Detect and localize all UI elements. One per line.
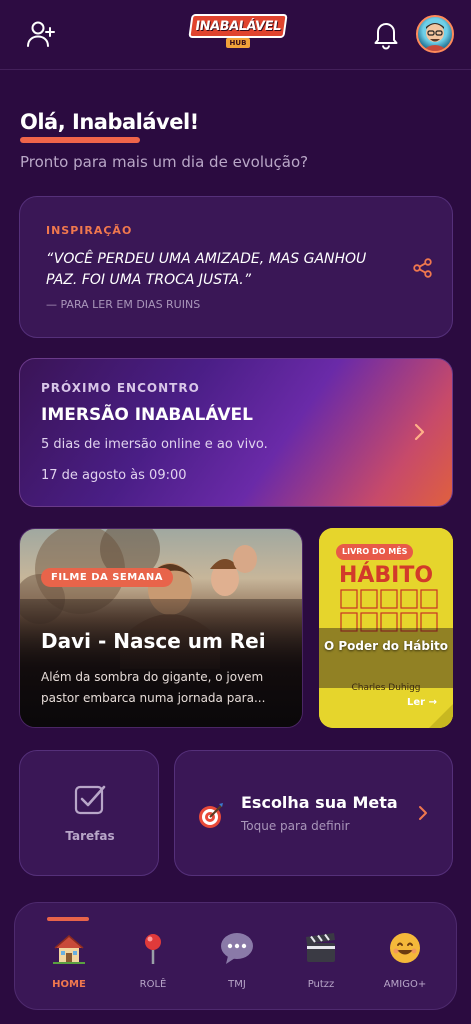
svg-text:Charles Duhigg: Charles Duhigg (351, 683, 420, 693)
avatar-image (422, 23, 448, 51)
read-book-link[interactable]: Ler → (407, 697, 437, 708)
greeting-subtitle: Pronto para mais um dia de evolução? (20, 153, 309, 171)
clapperboard-icon (306, 933, 335, 962)
event-title: IMERSÃO INABALÁVEL (41, 405, 253, 425)
active-indicator (47, 917, 89, 921)
top-bar: INABALÁVEL HUB (0, 0, 471, 70)
goal-subtitle: Toque para definir (241, 819, 350, 833)
chat-bubble-icon (221, 933, 253, 964)
inspiration-quote: “VOCÊ PERDEU UMA AMIZADE, MAS GANHOU PAZ… (46, 251, 367, 288)
checkbox-icon (74, 785, 106, 815)
bell-icon[interactable] (370, 18, 402, 50)
inspiration-tag: INSPIRAÇÃO (46, 224, 133, 237)
app-logo: INABALÁVEL HUB (188, 14, 288, 48)
nav-label-home: HOME (52, 979, 86, 990)
pin-icon (145, 934, 161, 964)
nav-item-putzz[interactable]: Putzz (277, 903, 365, 1011)
bottom-navigation: HOME ROLÊ TMJ Putzz AMIGO+ (14, 902, 457, 1010)
nav-item-home[interactable]: HOME (25, 903, 113, 1011)
chevron-right-icon[interactable] (415, 805, 431, 821)
choose-goal-card[interactable]: Escolha sua Meta Toque para definir (174, 750, 453, 876)
svg-text:HÁBITO: HÁBITO (339, 562, 433, 588)
nav-label-tmj: TMJ (228, 979, 246, 990)
greeting-underline (20, 137, 140, 143)
inspiration-source: — PARA LER EM DIAS RUINS (46, 298, 201, 311)
book-badge: LIVRO DO MÊS (336, 544, 414, 560)
event-description: 5 dias de imersão online e ao vivo. (41, 437, 268, 452)
event-date: 17 de agosto às 09:00 (41, 468, 187, 483)
next-event-card[interactable]: PRÓXIMO ENCONTRO IMERSÃO INABALÁVEL 5 di… (19, 358, 453, 507)
nav-item-amigo[interactable]: AMIGO+ (361, 903, 449, 1011)
logo-sub-text: HUB (226, 38, 250, 48)
nav-label-amigo: AMIGO+ (383, 979, 427, 990)
tasks-label: Tarefas (65, 829, 115, 843)
movie-of-week-card[interactable]: FILME DA SEMANA Davi - Nasce um Rei Além… (19, 528, 303, 728)
nav-item-tmj[interactable]: TMJ (193, 903, 281, 1011)
chevron-right-icon[interactable] (410, 423, 428, 441)
nav-label-putzz: Putzz (307, 979, 335, 990)
house-icon (53, 935, 85, 964)
target-icon (199, 803, 223, 828)
nav-item-role[interactable]: ROLÊ (109, 903, 197, 1011)
nav-label-role: ROLÊ (139, 979, 167, 990)
movie-badge: FILME DA SEMANA (41, 568, 174, 587)
goal-title: Escolha sua Meta (241, 793, 398, 812)
movie-description: Além da sombra do gigante, o jovem pasto… (41, 670, 266, 705)
logo-text: INABALÁVEL (188, 14, 288, 38)
share-icon[interactable] (412, 257, 434, 279)
book-of-month-card[interactable]: HÁBITO Charles Duhigg LIVRO DO MÊS O Pod… (319, 528, 453, 728)
tasks-card[interactable]: Tarefas (19, 750, 159, 876)
greeting-title: Olá, Inabalável! (20, 110, 199, 134)
smiley-icon (390, 933, 420, 963)
avatar[interactable] (416, 15, 454, 53)
event-tag: PRÓXIMO ENCONTRO (41, 381, 200, 395)
inspiration-card: INSPIRAÇÃO “VOCÊ PERDEU UMA AMIZADE, MAS… (19, 196, 453, 338)
add-user-icon[interactable] (25, 18, 57, 50)
movie-title: Davi - Nasce um Rei (41, 629, 266, 653)
book-title: O Poder do Hábito (323, 639, 449, 653)
